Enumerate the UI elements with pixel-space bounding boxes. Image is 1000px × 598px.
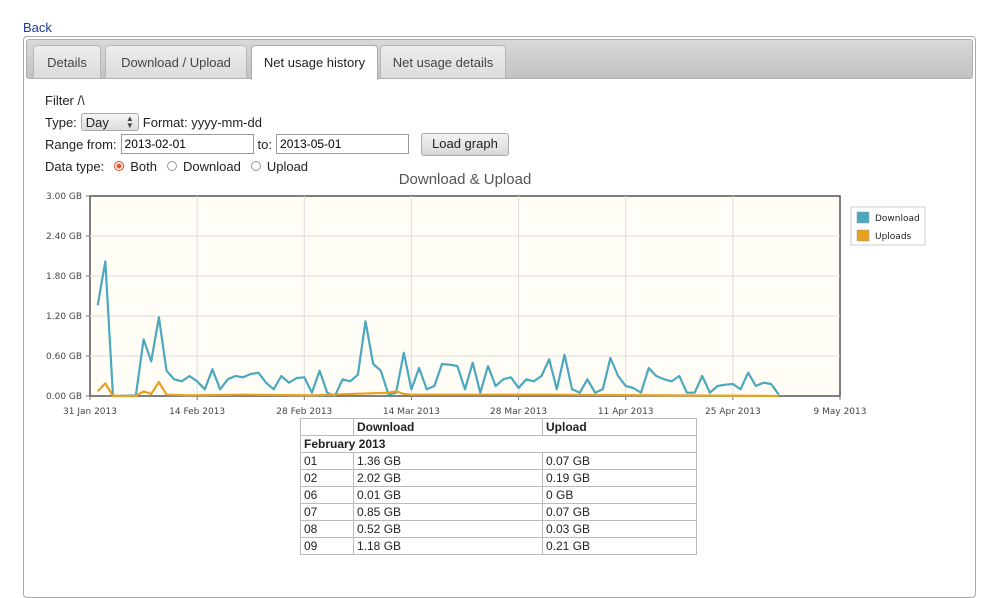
table-cell-download: 0.01 GB bbox=[353, 486, 543, 504]
table-month-row: February 2013 bbox=[300, 435, 697, 453]
table-cell-download: 0.85 GB bbox=[353, 503, 543, 521]
x-tick-label: 28 Feb 2013 bbox=[276, 407, 332, 417]
table-cell-upload: 0.07 GB bbox=[542, 452, 697, 470]
y-tick-label: 1.20 GB bbox=[46, 312, 82, 322]
table-row: 02 2.02 GB 0.19 GB bbox=[300, 469, 697, 487]
legend-swatch bbox=[856, 229, 870, 242]
table-row: 06 0.01 GB 0 GB bbox=[300, 486, 697, 504]
x-tick-label: 9 May 2013 bbox=[814, 407, 867, 417]
table-row: 07 0.85 GB 0.07 GB bbox=[300, 503, 697, 521]
table-header-upload: Upload bbox=[542, 418, 697, 436]
chart-title: Download & Upload bbox=[399, 171, 532, 188]
x-tick-label: 31 Jan 2013 bbox=[63, 407, 117, 417]
table-header-row: Download Upload bbox=[300, 418, 697, 436]
table-cell-download: 2.02 GB bbox=[353, 469, 543, 487]
table-cell-upload: 0 GB bbox=[542, 486, 697, 504]
x-tick-label: 11 Apr 2013 bbox=[598, 407, 654, 417]
table-row: 09 1.18 GB 0.21 GB bbox=[300, 537, 697, 555]
table-row: 08 0.52 GB 0.03 GB bbox=[300, 520, 697, 538]
legend-label: Download bbox=[875, 214, 920, 224]
table-month-label: February 2013 bbox=[300, 435, 697, 453]
x-tick-label: 28 Mar 2013 bbox=[490, 407, 547, 417]
y-tick-label: 2.40 GB bbox=[46, 232, 82, 242]
table-row: 01 1.36 GB 0.07 GB bbox=[300, 452, 697, 470]
table-cell-day: 08 bbox=[300, 520, 354, 538]
table-cell-upload: 0.03 GB bbox=[542, 520, 697, 538]
table-cell-download: 0.52 GB bbox=[353, 520, 543, 538]
table-cell-upload: 0.21 GB bbox=[542, 537, 697, 555]
table-cell-day: 09 bbox=[300, 537, 354, 555]
x-tick-label: 14 Mar 2013 bbox=[383, 407, 440, 417]
x-tick-label: 25 Apr 2013 bbox=[705, 407, 761, 417]
usage-table: Download Upload February 2013 01 1.36 GB 0… bbox=[300, 418, 697, 555]
y-tick-label: 0.60 GB bbox=[46, 352, 82, 362]
y-tick-label: 0.00 GB bbox=[46, 392, 82, 402]
table-cell-download: 1.36 GB bbox=[353, 452, 543, 470]
x-tick-label: 14 Feb 2013 bbox=[169, 407, 225, 417]
table-cell-day: 07 bbox=[300, 503, 354, 521]
table-cell-upload: 0.19 GB bbox=[542, 469, 697, 487]
legend-swatch bbox=[856, 211, 870, 224]
y-tick-label: 1.80 GB bbox=[46, 272, 82, 282]
plot-area bbox=[89, 195, 841, 397]
y-tick-label: 3.00 GB bbox=[46, 192, 82, 202]
legend-label: Uploads bbox=[875, 232, 912, 242]
table-cell-day: 02 bbox=[300, 469, 354, 487]
table-header-download: Download bbox=[353, 418, 543, 436]
table-cell-day: 06 bbox=[300, 486, 354, 504]
table-cell-download: 1.18 GB bbox=[353, 537, 543, 555]
table-cell-upload: 0.07 GB bbox=[542, 503, 697, 521]
table-header-blank bbox=[300, 418, 354, 436]
table-cell-day: 01 bbox=[300, 452, 354, 470]
